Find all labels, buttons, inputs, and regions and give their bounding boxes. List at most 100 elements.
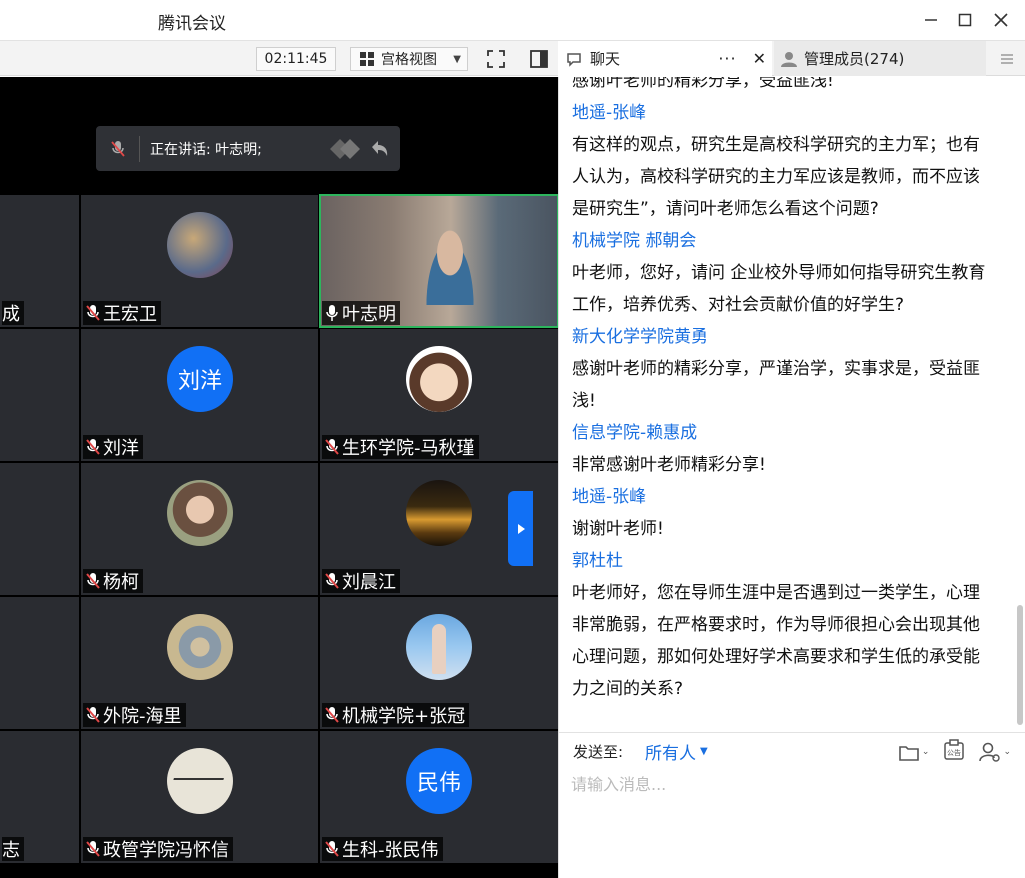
chat-panel: 感谢叶老师的精彩分享，受益匪浅! 地遥-张峰 有这样的观点，研究生是高校科学研究的主… [558,77,1025,732]
grid-icon [360,52,374,66]
notice-icon: 公告 [944,739,965,760]
avatar: 民伟 [406,748,472,814]
minimize-icon [925,19,937,21]
chat-bubble-icon [567,52,581,67]
participant-name: 机械学院+张冠 [322,703,470,727]
participant-name: 成 [2,301,24,325]
chat-message-text: 感谢叶老师的精彩分享，受益匪浅! [572,77,834,91]
participant-tile-active-speaker[interactable]: 叶志明 [319,194,559,328]
mention-button[interactable]: ⌄ [979,741,1011,763]
caret-down-icon: ⌄ [921,747,930,757]
muted-mic-icon [325,841,339,857]
minimize-button[interactable] [916,6,946,34]
avatar [167,614,233,680]
folder-icon [899,746,919,761]
participant-tile[interactable]: 杨柯 [81,463,318,595]
muted-mic-icon [325,707,339,723]
caret-down-icon: ⌄ [1003,747,1011,757]
participant-name: 刘洋 [83,435,143,459]
participant-tile[interactable]: 志 [0,731,79,863]
muted-mic-icon [86,841,100,857]
participant-tile[interactable]: 外院-海里 [81,597,318,729]
chevron-right-icon [517,523,525,534]
participant-tile[interactable]: 刘洋 刘洋 [81,329,318,461]
hamburger-icon [1000,53,1013,64]
tab-chat-label: 聊天 [590,50,621,68]
maximize-icon [958,13,972,27]
caret-down-icon: ▼ [453,53,461,65]
video-toolbar: 02:11:45 宫格视图 ▼ [0,40,558,76]
send-to-dropdown[interactable]: 所有人 ▼ [645,739,708,764]
person-settings-icon [979,742,1001,762]
drag-grip-icon [330,138,360,159]
chat-message-text: 有这样的观点，研究生是高校科学研究的主力军；也有 [572,135,980,155]
chat-sender-name[interactable]: 新大化学学院黄勇 [572,321,1012,353]
compose-area: 发送至: 所有人 ▼ ⌄ 公告 ⌄ [558,732,1025,878]
avatar [406,480,472,546]
participant-tile[interactable]: 成 [0,195,79,327]
muted-mic-icon [96,135,140,162]
view-mode-dropdown[interactable]: 宫格视图 ▼ [350,47,468,71]
send-to-value: 所有人 [645,744,696,764]
meeting-timer: 02:11:45 [256,47,336,71]
menu-button[interactable] [988,41,1025,76]
person-icon [781,51,797,67]
chat-message-text: 非常脆弱，在严格要求时，作为导师很担心会出现其他 [572,615,980,635]
fullscreen-button[interactable] [484,47,508,71]
muted-mic-icon [86,305,100,321]
chat-sender-name[interactable]: 信息学院-赖惠成 [572,417,1012,449]
more-icon[interactable]: ··· [718,49,736,68]
chat-message-text: 感谢叶老师的精彩分享，严谨治学，实事求是，受益匪 [572,359,980,379]
participant-tile[interactable] [0,329,79,461]
speaking-indicator: 正在讲话: 叶志明; [96,126,400,171]
tab-members-label: 管理成员(274) [804,50,905,68]
chat-message-text: 心理问题，那如何处理好学术高要求和学生低的承受能 [572,647,980,667]
participant-tile[interactable]: 政管学院冯怀信 [81,731,318,863]
chat-message-text: 谢谢叶老师! [572,519,664,539]
participant-name: 王宏卫 [83,301,161,325]
tab-chat[interactable]: 聊天 ··· ✕ [558,41,772,76]
participant-tile[interactable]: 生环学院-马秋瑾 [320,329,558,461]
file-button[interactable]: ⌄ [898,742,930,762]
muted-mic-icon [86,439,100,455]
chat-message-text: 非常感谢叶老师精彩分享! [572,455,766,475]
close-button[interactable] [986,6,1016,34]
participant-tile[interactable]: 王宏卫 [81,195,318,327]
notice-button[interactable]: 公告 [943,739,965,765]
chat-scrollbar[interactable] [1017,605,1023,725]
sidebar-toggle-button[interactable] [527,47,551,71]
participant-name: 外院-海里 [83,703,186,727]
chat-sender-name[interactable]: 地遥-张峰 [572,97,1012,129]
maximize-button[interactable] [950,6,980,34]
participant-tile[interactable] [0,463,79,595]
video-area: 正在讲话: 叶志明; 成 王宏卫 叶志明 刘洋 刘洋 生环学院-马秋瑾 杨柯 刘… [0,77,559,878]
message-input[interactable] [571,769,1011,799]
collapse-control[interactable] [328,135,390,163]
chat-sender-name[interactable]: 郭杜杜 [572,545,1012,577]
muted-mic-icon [86,707,100,723]
close-chat-icon[interactable]: ✕ [753,49,766,68]
participant-name: 杨柯 [83,569,143,593]
avatar [406,346,472,412]
chat-sender-name[interactable]: 地遥-张峰 [572,481,1012,513]
expand-panel-handle[interactable] [508,491,533,566]
chat-message-text: 是研究生”，请问叶老师怎么看这个问题? [572,199,879,219]
avatar [167,212,233,278]
participant-tile[interactable] [0,597,79,729]
chat-message-text: 叶老师好，您在导师生涯中是否遇到过一类学生，心理 [572,583,980,603]
participant-tile[interactable]: 机械学院+张冠 [320,597,558,729]
tab-members[interactable]: 管理成员(274) [774,41,986,76]
speaker-video [420,225,480,305]
participant-name: 生环学院-马秋瑾 [322,435,479,459]
chat-message-text: 叶老师，您好，请问 企业校外导师如何指导研究生教育 [572,263,986,283]
chat-sender-name[interactable]: 机械学院 郝朝会 [572,225,1012,257]
title-bar: 腾讯会议 [0,0,1025,40]
speaking-label: 正在讲话: 叶志明; [150,141,262,158]
participant-name: 叶志明 [322,301,400,325]
panel-tabs: 聊天 ··· ✕ 管理成员(274) [558,40,1025,76]
chat-message-text: 工作，培养优秀、对社会贡献价值的好学生? [572,295,905,315]
close-icon [994,13,1008,27]
participant-name: 生科-张民伟 [322,837,443,861]
caret-down-icon: ▼ [700,746,708,757]
participant-tile[interactable]: 民伟 生科-张民伟 [320,731,558,863]
